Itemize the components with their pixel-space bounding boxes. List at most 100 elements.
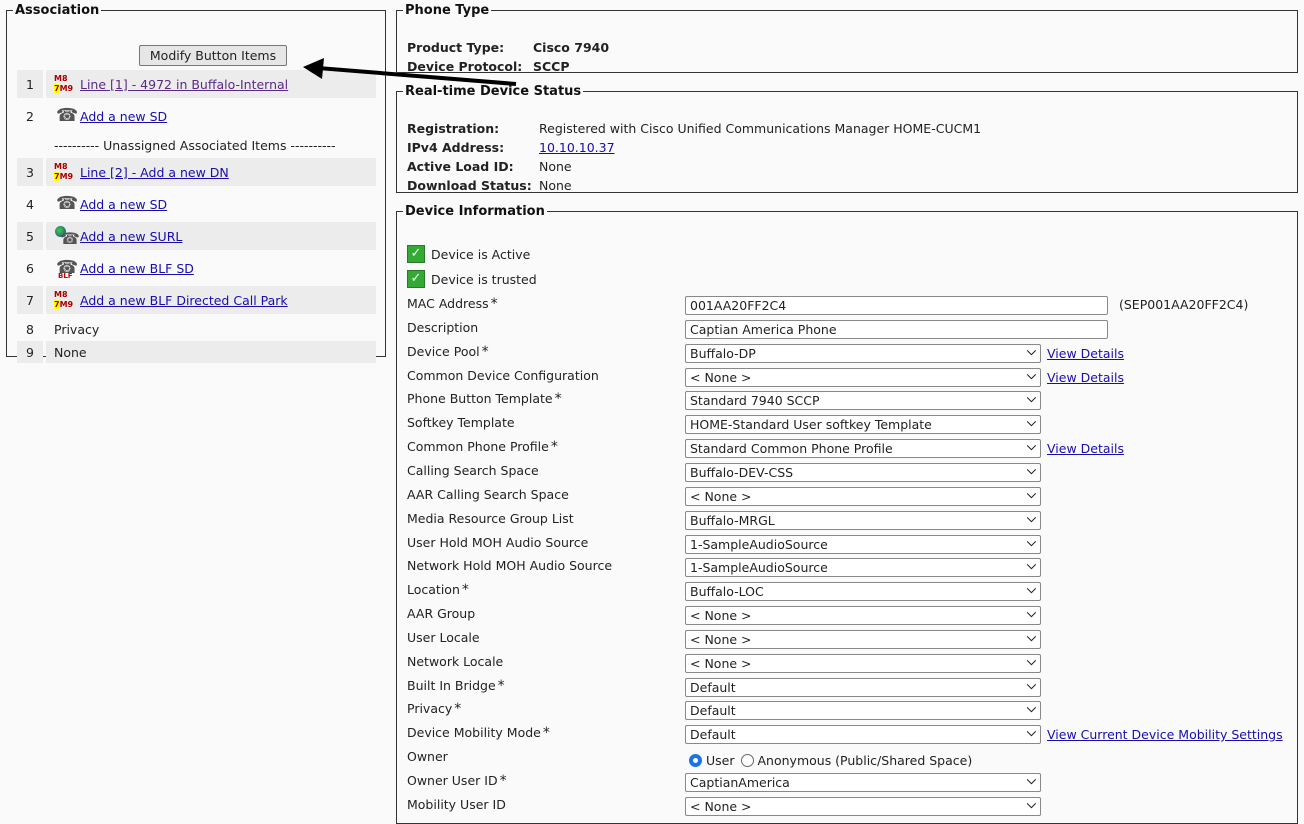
field-select[interactable]: Standard 7940 SCCP [685,391,1041,410]
field-label-text: AAR Group [407,606,475,621]
form-row: Description Captian America Phone [407,320,1297,340]
device-information-panel: Device Information ✓ Device is Active ✓ De… [396,204,1298,824]
device-trusted-checkbox[interactable]: ✓ Device is trusted [407,270,537,288]
field-label: Network Hold MOH Audio Source [407,558,612,573]
field-label: Owner [407,749,448,764]
field-select[interactable]: < None > [685,797,1041,816]
owner-radio-1[interactable]: Anonymous (Public/Shared Space) [741,753,973,768]
view-details-link[interactable]: View Details [1047,370,1124,385]
radio-icon [741,754,754,767]
field-label: Common Device Configuration [407,368,599,383]
field-input[interactable]: Captian America Phone [685,320,1108,339]
field-select[interactable]: CaptianAmerica [685,773,1041,792]
field-select[interactable]: Default [685,725,1041,744]
field-label: Device Pool * [407,344,489,360]
required-asterisk: * [462,582,469,598]
required-asterisk: * [454,701,461,717]
form-row: Mobility User ID < None > [407,797,1297,817]
form-row: Network Hold MOH Audio Source 1-SampleAud… [407,558,1297,578]
radio-icon [689,754,702,767]
field-select[interactable]: < None > [685,630,1041,649]
required-asterisk: * [555,391,562,407]
form-row: Calling Search Space Buffalo-DEV-CSS [407,463,1297,483]
form-row: Location * Buffalo-LOC [407,582,1297,602]
field-select[interactable]: Default [685,701,1041,720]
field-label: AAR Calling Search Space [407,487,569,502]
field-label-text: Softkey Template [407,415,515,430]
form-row: AAR Group < None > [407,606,1297,626]
field-label-text: Description [407,320,478,335]
field-label-text: Media Resource Group List [407,511,574,526]
field-label: Built In Bridge * [407,678,505,694]
form-row: User Hold MOH Audio Source 1-SampleAudioS… [407,535,1297,555]
field-select[interactable]: 1-SampleAudioSource [685,535,1041,554]
form-row: Owner User Anonymous (Public/Shared Space) [407,749,1297,769]
field-select[interactable]: Default [685,678,1041,697]
form-row: Device Mobility Mode* Default View Current… [407,725,1297,745]
field-select[interactable]: Standard Common Phone Profile [685,439,1041,458]
form-row: Owner User ID * CaptianAmerica [407,773,1297,793]
field-label: Device Mobility Mode * [407,725,550,741]
field-label: Phone Button Template * [407,391,562,407]
field-select[interactable]: HOME-Standard User softkey Template [685,415,1041,434]
product-type-label: Product Type: [407,40,533,55]
ipv4-label: IPv4 Address: [407,140,539,155]
view-details-link[interactable]: View Details [1047,441,1124,456]
realtime-status-legend: Real-time Device Status [403,84,583,99]
ipv4-link[interactable]: 10.10.10.37 [539,140,615,155]
view-details-link[interactable]: View Current Device Mobility Settings [1047,727,1283,742]
realtime-status-panel: Real-time Device Status Registration: Reg… [396,84,1298,193]
field-label-text: Phone Button Template [407,391,553,406]
active-load-value: None [539,159,572,174]
field-label: Calling Search Space [407,463,539,478]
field-label: Mobility User ID [407,797,506,812]
field-select[interactable]: < None > [685,606,1041,625]
field-label: User Hold MOH Audio Source [407,535,588,550]
field-label: Location * [407,582,469,598]
registration-value: Registered with Cisco Unified Communicat… [539,121,981,136]
protocol-value: SCCP [533,59,570,74]
field-label-text: Owner User ID [407,773,498,788]
field-select[interactable]: < None > [685,368,1041,387]
form-row: Device Pool* Buffalo-DP View Details [407,344,1297,364]
required-asterisk: * [500,773,507,789]
owner-radio-0[interactable]: User [689,753,735,768]
field-select[interactable]: 1-SampleAudioSource [685,558,1041,577]
device-active-label: Device is Active [431,247,530,262]
field-label-text: Network Locale [407,654,503,669]
field-label-text: Device Pool [407,344,480,359]
field-input[interactable]: 001AA20FF2C4 [685,296,1108,315]
required-asterisk: * [543,725,550,741]
device-information-legend: Device Information [403,204,547,219]
form-row: Common Device Configuration < None > View … [407,368,1297,388]
field-label: Softkey Template [407,415,515,430]
active-load-label: Active Load ID: [407,159,539,174]
field-select[interactable]: Buffalo-MRGL [685,511,1041,530]
field-label-text: MAC Address [407,296,489,311]
field-label-text: Device Mobility Mode [407,725,541,740]
field-select[interactable]: Buffalo-LOC [685,582,1041,601]
field-label-text: Owner [407,749,448,764]
field-select[interactable]: Buffalo-DP [685,344,1041,363]
owner-radio-group: User Anonymous (Public/Shared Space) [689,753,978,769]
field-select[interactable]: < None > [685,654,1041,673]
phone-type-panel: Phone Type Product Type: Cisco 7940 Devic… [396,3,1298,73]
download-status-label: Download Status: [407,178,539,193]
check-icon: ✓ [407,245,425,263]
field-select[interactable]: Buffalo-DEV-CSS [685,463,1041,482]
field-label-text: User Locale [407,630,480,645]
device-active-checkbox[interactable]: ✓ Device is Active [407,245,530,263]
field-label-text: Common Phone Profile [407,439,549,454]
field-select[interactable]: < None > [685,487,1041,506]
form-row: Common Phone Profile * Standard Common Pho… [407,439,1297,459]
required-asterisk: * [482,344,489,360]
field-label: Common Phone Profile * [407,439,558,455]
required-asterisk: * [491,296,498,312]
field-label-text: User Hold MOH Audio Source [407,535,588,550]
device-name-hint: (SEP001AA20FF2C4) [1119,297,1248,312]
field-label: Owner User ID * [407,773,507,789]
field-label: MAC Address * [407,296,498,312]
required-asterisk: * [498,678,505,694]
field-label-text: Network Hold MOH Audio Source [407,558,612,573]
view-details-link[interactable]: View Details [1047,346,1124,361]
